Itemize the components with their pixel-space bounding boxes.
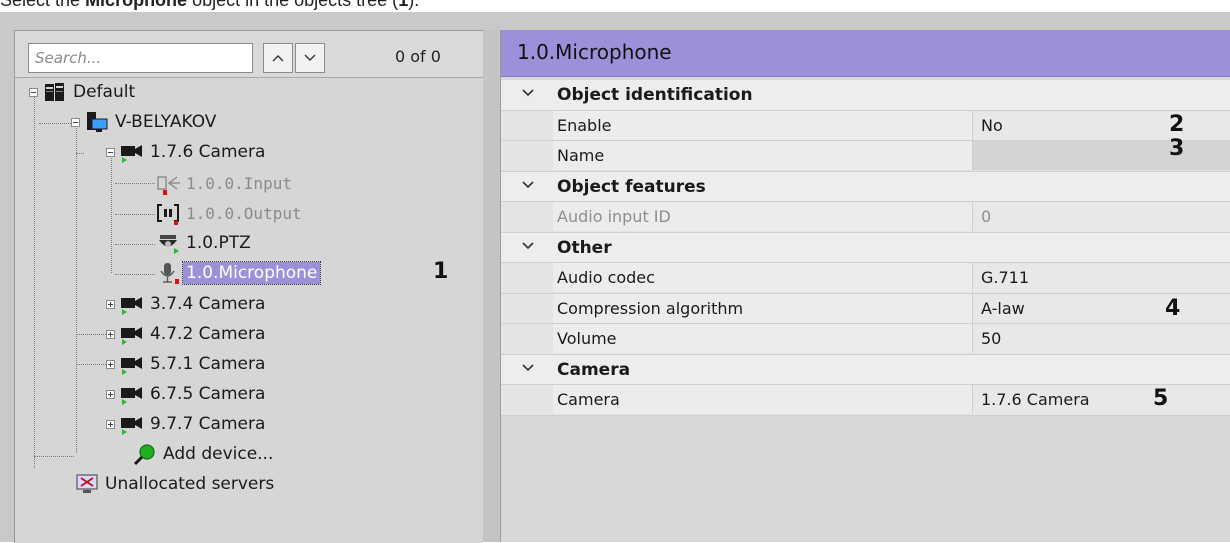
tree-node-microphone[interactable]: 1.0.Microphone	[155, 259, 322, 287]
search-previous-button[interactable]	[263, 43, 293, 73]
output-icon	[155, 201, 181, 225]
name-value-field[interactable]	[973, 141, 1230, 170]
panel-splitter[interactable]	[483, 30, 499, 542]
camera-value-field[interactable]: 1.7.6 Camera	[973, 385, 1230, 414]
unallocated-servers-icon	[74, 472, 100, 496]
audio-codec-value-field[interactable]: G.711	[973, 263, 1230, 292]
chevron-up-icon	[272, 55, 284, 62]
property-row-compression-algorithm[interactable]: Compression algorithm A-law	[501, 293, 1230, 324]
expand-toggle[interactable]	[106, 329, 115, 339]
property-key: Compression algorithm	[553, 293, 973, 323]
add-device-item[interactable]: Add device...	[132, 440, 276, 468]
objects-tree-panel: 0 of 0 Default	[14, 30, 483, 543]
chevron-down-icon	[304, 54, 316, 61]
section-object-features[interactable]: Object features	[501, 171, 1230, 202]
property-row-volume[interactable]: Volume 50	[501, 324, 1230, 355]
enable-value-field[interactable]: No	[973, 110, 1230, 140]
callout-marker-4: 4	[1165, 296, 1181, 321]
audio-input-id-value: 0	[973, 202, 1230, 231]
server-group-icon	[42, 80, 68, 104]
property-key: Name	[553, 141, 973, 170]
property-key: Volume	[553, 324, 973, 353]
property-row-audio-codec[interactable]: Audio codec G.711	[501, 263, 1230, 294]
ptz-dome-icon	[155, 231, 181, 255]
expand-toggle[interactable]	[106, 359, 115, 369]
camera-icon	[119, 382, 145, 406]
add-device-search-icon	[132, 442, 158, 466]
search-result-counter: 0 of 0	[395, 47, 441, 66]
chevron-down-icon[interactable]	[521, 241, 535, 251]
tree-node-unallocated-servers[interactable]: Unallocated servers	[74, 470, 277, 498]
collapse-toggle[interactable]	[106, 147, 115, 157]
tree-node-ptz[interactable]: 1.0.PTZ	[155, 229, 254, 257]
chevron-down-icon[interactable]	[521, 180, 535, 190]
expand-toggle[interactable]	[106, 299, 115, 309]
properties-grid: Object identification Enable No Name Obj…	[501, 80, 1230, 416]
search-input[interactable]	[28, 43, 253, 73]
search-next-button[interactable]	[295, 43, 325, 73]
section-camera[interactable]: Camera	[501, 354, 1230, 385]
tree-node-output[interactable]: 1.0.0.Output	[155, 199, 305, 227]
property-key: Camera	[553, 385, 973, 414]
collapse-toggle[interactable]	[71, 117, 80, 127]
section-other[interactable]: Other	[501, 232, 1230, 263]
property-key: Enable	[553, 110, 973, 140]
camera-icon	[119, 140, 145, 164]
camera-icon	[119, 412, 145, 436]
camera-icon	[119, 292, 145, 316]
property-key: Audio input ID	[553, 202, 973, 231]
properties-panel: 1.0.Microphone Object identification Ena…	[500, 30, 1230, 542]
tree-node-camera-1-7-6[interactable]: 1.7.6 Camera	[106, 138, 268, 166]
property-row-camera[interactable]: Camera 1.7.6 Camera	[501, 385, 1230, 416]
callout-marker-5: 5	[1153, 386, 1169, 411]
section-object-identification[interactable]: Object identification	[501, 80, 1230, 111]
callout-marker-1: 1	[433, 259, 449, 284]
chevron-down-icon[interactable]	[521, 363, 535, 373]
input-icon	[155, 171, 181, 195]
tree-search-bar: 0 of 0	[15, 31, 483, 78]
tree-node-camera-5-7-1[interactable]: 5.7.1 Camera	[106, 350, 268, 378]
property-row-audio-input-id: Audio input ID 0	[501, 202, 1230, 233]
tree-node-camera-4-7-2[interactable]: 4.7.2 Camera	[106, 320, 268, 348]
compression-algorithm-value-field[interactable]: A-law	[973, 293, 1230, 323]
tree-node-camera-9-7-7[interactable]: 9.7.7 Camera	[106, 410, 268, 438]
chevron-down-icon[interactable]	[521, 88, 535, 98]
property-row-enable[interactable]: Enable No	[501, 110, 1230, 141]
tree-node-input[interactable]: 1.0.0.Input	[155, 169, 295, 197]
collapse-toggle[interactable]	[29, 87, 38, 97]
callout-marker-2: 2	[1169, 112, 1185, 137]
microphone-icon	[155, 261, 181, 285]
camera-icon	[119, 352, 145, 376]
properties-title: 1.0.Microphone	[517, 40, 672, 64]
application-window: 0 of 0 Default	[0, 12, 1230, 543]
tree-node-default[interactable]: Default	[29, 78, 138, 106]
objects-tree: Default V-BELYAKOV 1.7.6 Camera 1.0.0.In…	[15, 81, 483, 543]
expand-toggle[interactable]	[106, 419, 115, 429]
server-computer-icon	[84, 110, 110, 134]
tree-node-server[interactable]: V-BELYAKOV	[71, 108, 219, 136]
properties-header: 1.0.Microphone	[501, 30, 1230, 77]
property-row-name[interactable]: Name	[501, 141, 1230, 172]
tree-node-camera-3-7-4[interactable]: 3.7.4 Camera	[106, 290, 268, 318]
volume-value-field[interactable]: 50	[973, 324, 1230, 353]
expand-toggle[interactable]	[106, 389, 115, 399]
callout-marker-3: 3	[1169, 136, 1185, 161]
camera-icon	[119, 322, 145, 346]
property-key: Audio codec	[553, 263, 973, 292]
tree-node-camera-6-7-5[interactable]: 6.7.5 Camera	[106, 380, 268, 408]
